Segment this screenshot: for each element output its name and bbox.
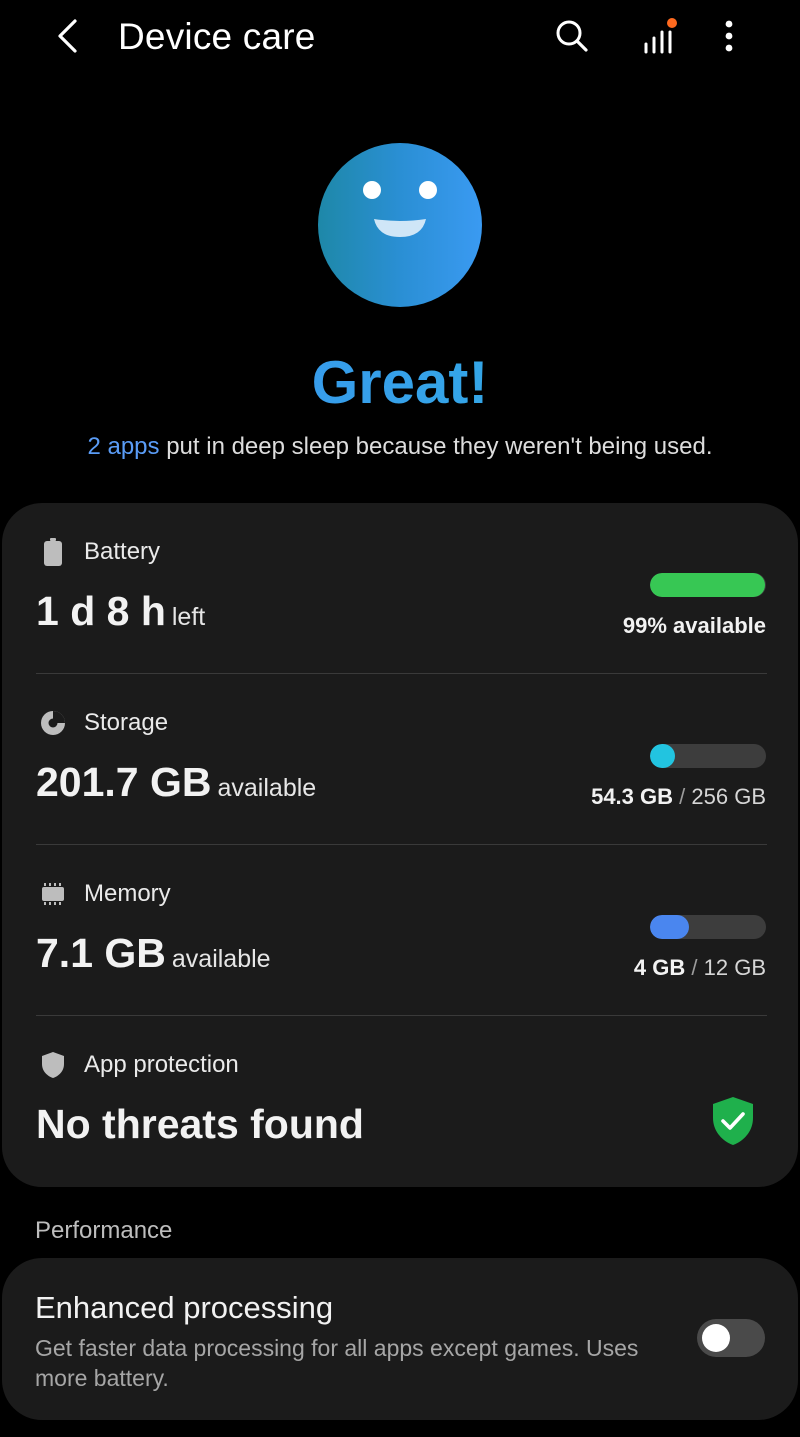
storage-row[interactable]: Storage 201.7 GB available 54.3 GB / 256 …	[36, 674, 766, 845]
storage-progress-fill	[650, 744, 675, 768]
memory-usage: 4 GB / 12 GB	[633, 955, 766, 980]
battery-percent: 99% available	[622, 613, 766, 638]
battery-progress-fill	[650, 573, 765, 597]
more-vertical-icon	[725, 20, 733, 52]
status-headline: Great!	[0, 345, 800, 421]
page-title: Device care	[118, 16, 316, 57]
smiley-face-icon	[363, 181, 437, 237]
memory-progress-fill	[650, 915, 689, 939]
search-button[interactable]	[548, 12, 596, 60]
battery-suffix: left	[171, 603, 206, 631]
storage-progress-bar	[650, 744, 766, 768]
enhanced-processing-toggle[interactable]	[697, 1319, 765, 1357]
memory-row[interactable]: Memory 7.1 GB available 4 GB / 12 GB	[36, 845, 766, 1016]
battery-icon	[38, 537, 68, 567]
memory-value: 7.1 GB available	[36, 925, 271, 991]
memory-suffix: available	[171, 945, 271, 973]
status-message-text: put in deep sleep because they weren't b…	[159, 433, 713, 460]
battery-time-left: 1 d 8 h	[36, 588, 166, 634]
memory-total: 12 GB	[703, 955, 766, 980]
storage-used: 54.3 GB	[591, 784, 674, 809]
storage-label: Storage	[84, 709, 169, 736]
search-icon	[556, 20, 588, 52]
app-protection-label: App protection	[84, 1051, 239, 1078]
memory-available: 7.1 GB	[36, 930, 166, 976]
diagnostics-button[interactable]	[634, 12, 682, 60]
memory-used: 4 GB	[633, 955, 686, 980]
battery-label: Battery	[84, 538, 161, 565]
performance-section-title: Performance	[35, 1217, 173, 1244]
sleeping-apps-link[interactable]: 2 apps	[87, 433, 159, 460]
signal-bars-icon	[644, 18, 677, 54]
storage-total: 256 GB	[691, 784, 766, 809]
app-protection-status: No threats found	[36, 1101, 364, 1147]
shield-icon	[38, 1050, 68, 1080]
toggle-knob	[702, 1324, 730, 1352]
storage-suffix: available	[217, 774, 317, 802]
storage-pie-icon	[38, 708, 68, 738]
back-arrow-icon	[58, 19, 77, 53]
storage-usage: 54.3 GB / 256 GB	[591, 784, 766, 809]
app-bar: Device care	[0, 0, 800, 80]
battery-progress-bar	[650, 573, 766, 597]
app-protection-row[interactable]: App protection No threats found	[36, 1016, 766, 1187]
enhanced-processing-card[interactable]: Enhanced processing Get faster data proc…	[2, 1258, 798, 1420]
notification-dot	[667, 18, 677, 28]
more-options-button[interactable]	[705, 12, 753, 60]
enhanced-processing-title: Enhanced processing	[35, 1290, 334, 1325]
storage-value: 201.7 GB available	[36, 754, 316, 820]
status-smiley	[318, 143, 482, 307]
enhanced-processing-description: Get faster data processing for all apps …	[35, 1335, 639, 1391]
battery-value: 1 d 8 h left	[36, 583, 205, 649]
memory-label: Memory	[84, 880, 171, 907]
shield-check-icon	[713, 1097, 753, 1145]
memory-chip-icon	[38, 879, 68, 909]
device-status-card: Battery 1 d 8 h left 99% available Storag…	[2, 503, 798, 1187]
storage-available: 201.7 GB	[36, 759, 212, 805]
back-button[interactable]	[44, 12, 92, 60]
battery-row[interactable]: Battery 1 d 8 h left 99% available	[36, 503, 766, 674]
memory-progress-bar	[650, 915, 766, 939]
status-message: 2 apps put in deep sleep because they we…	[0, 430, 800, 464]
